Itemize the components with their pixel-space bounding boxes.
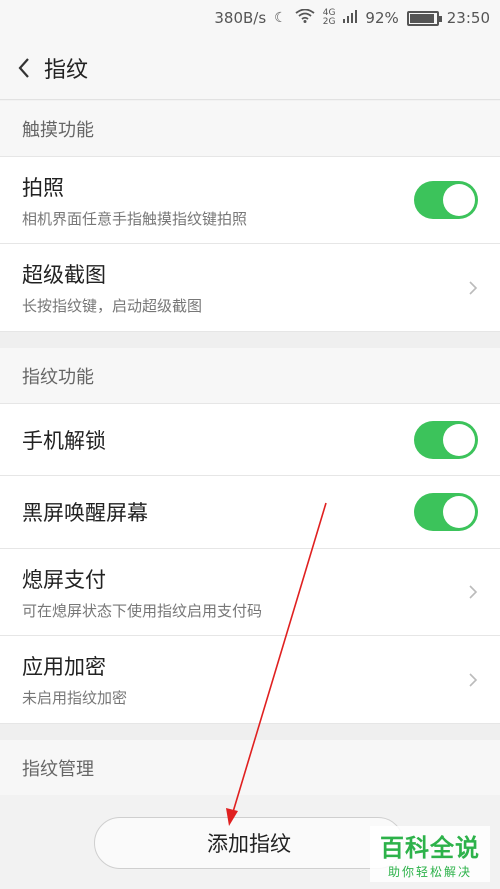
- setting-row-wake-screen[interactable]: 黑屏唤醒屏幕: [0, 476, 500, 549]
- signal-icon: [343, 9, 358, 27]
- watermark-sub: 助你轻松解决: [387, 865, 472, 879]
- setting-row-unlock[interactable]: 手机解锁: [0, 404, 500, 476]
- setting-row-photo[interactable]: 拍照 相机界面任意手指触摸指纹键拍照: [0, 157, 500, 244]
- setting-label: 超级截图: [22, 263, 106, 287]
- photo-toggle[interactable]: [414, 181, 478, 219]
- unlock-toggle[interactable]: [414, 420, 478, 459]
- page-title: 指纹: [44, 57, 89, 83]
- back-arrow-icon[interactable]: [0, 36, 48, 100]
- network-type-indicator: 4G 2G: [322, 8, 336, 27]
- moon-icon: ☾: [274, 10, 287, 26]
- battery-icon: [406, 10, 442, 26]
- battery-percent: 92%: [365, 9, 399, 27]
- status-bar: 380B/s ☾ 4G 2G 92% 23:50: [0, 0, 500, 36]
- setting-label: 熄屏支付: [22, 567, 106, 592]
- section-divider: [0, 332, 500, 348]
- chevron-right-icon: [469, 672, 478, 687]
- setting-label: 应用加密: [22, 655, 106, 679]
- network-speed: 380B/s: [214, 9, 267, 27]
- chevron-right-icon: [469, 280, 478, 295]
- chevron-right-icon: [469, 585, 478, 599]
- setting-description: 长按指纹键，启动超级截图: [22, 297, 203, 315]
- setting-row-screen-off-pay[interactable]: 熄屏支付 可在熄屏状态下使用指纹启用支付码: [0, 549, 500, 636]
- section-header-manage: 指纹管理: [0, 740, 500, 796]
- section-header-touch: 触摸功能: [0, 101, 500, 157]
- section-divider: [0, 724, 500, 740]
- setting-description: 未启用指纹加密: [22, 689, 128, 707]
- setting-row-app-lock[interactable]: 应用加密 未启用指纹加密: [0, 636, 500, 724]
- clock: 23:50: [446, 9, 490, 27]
- setting-description: 可在熄屏状态下使用指纹启用支付码: [22, 601, 263, 620]
- watermark-logo: 百科全说 助你轻松解决: [370, 826, 490, 882]
- title-bar: 指纹: [0, 36, 500, 100]
- wifi-icon: [295, 8, 315, 27]
- add-fingerprint-button[interactable]: 添加指纹: [94, 817, 404, 869]
- setting-row-super-screenshot[interactable]: 超级截图 长按指纹键，启动超级截图: [0, 244, 500, 332]
- wake-screen-toggle[interactable]: [414, 493, 478, 531]
- section-header-fingerprint: 指纹功能: [0, 348, 500, 404]
- watermark-main: 百科全说: [380, 834, 480, 862]
